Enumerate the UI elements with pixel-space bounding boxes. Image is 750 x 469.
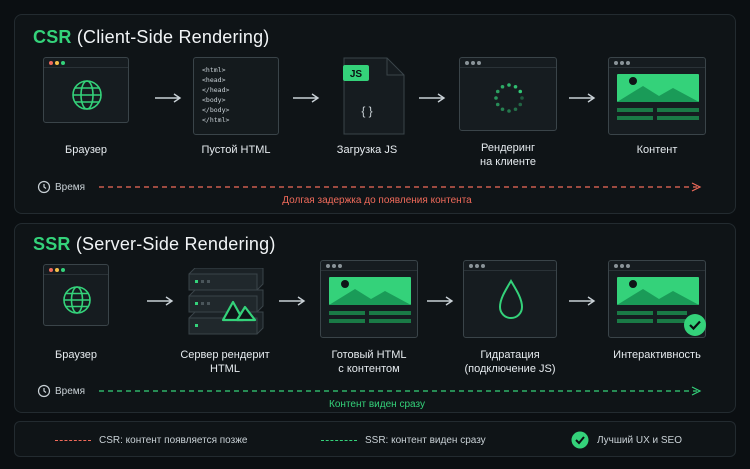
ssr-ready-html-window: [320, 260, 418, 338]
arrow-icon: [147, 296, 175, 306]
csr-step-caption: Контент: [636, 144, 678, 156]
globe-icon: [72, 80, 102, 110]
legend-ssr: SSR: контент виден сразу: [321, 422, 486, 458]
legend-best-label: Лучший UX и SEO: [597, 434, 683, 446]
spinner-dot: [513, 84, 518, 89]
image-content-icon: [617, 74, 699, 120]
js-badge-text: JS: [350, 69, 363, 80]
spinner-icon: [494, 83, 524, 113]
code-line: </body>: [202, 106, 229, 114]
spinner-dot: [507, 109, 511, 113]
csr-title-rest: (Client-Side Rendering): [76, 27, 270, 47]
ssr-time-label: Время: [55, 386, 86, 397]
ssr-panel: SSR (Server-Side Rendering) Браузер Серв…: [14, 223, 736, 413]
ssr-step-caption: Браузер: [55, 349, 97, 361]
arrow-icon: [569, 296, 597, 306]
legend-csr: CSR: контент появляется позже: [55, 422, 247, 458]
code-line: </head>: [202, 86, 229, 94]
ssr-step-caption: Гидратация (подключение JS): [464, 349, 556, 375]
csr-step-caption: Загрузка JS: [336, 144, 398, 156]
image-content-icon: [329, 277, 411, 323]
spinner-dot: [513, 107, 518, 112]
spinner-dot: [495, 89, 500, 94]
legend-csr-line: [55, 439, 91, 441]
legend: CSR: контент появляется позже SSR: конте…: [14, 421, 736, 457]
csr-render-window: [459, 57, 557, 131]
spinner-dot: [518, 89, 523, 94]
arrow-icon: [427, 296, 455, 306]
csr-time-label: Время: [55, 182, 86, 193]
check-icon: [684, 314, 706, 336]
csr-timeline-arrow: [99, 182, 702, 192]
ssr-note: Контент виден сразу: [329, 399, 425, 410]
spinner-dot: [500, 107, 505, 112]
ssr-step-caption: Сервер рендерит HTML: [180, 349, 270, 375]
legend-ssr-line: [321, 439, 357, 441]
csr-step-caption: Рендеринг на клиенте: [480, 142, 536, 168]
ssr-step-caption: Интерактивность: [613, 349, 701, 361]
legend-best: Лучший UX и SEO: [571, 422, 682, 458]
globe-icon: [63, 286, 91, 314]
csr-title-abbr: CSR: [33, 27, 72, 47]
code-line: </html>: [202, 116, 229, 124]
code-line: <html>: [202, 66, 226, 74]
spinner-dot: [500, 84, 505, 89]
spinner-dot: [495, 102, 500, 107]
ssr-title: SSR (Server-Side Rendering): [33, 234, 276, 255]
csr-title: CSR (Client-Side Rendering): [33, 27, 270, 48]
code-icon: <html> <head> </head> <body> </body> </ht…: [202, 66, 229, 124]
csr-step-caption: Пустой HTML: [201, 144, 271, 156]
spinner-dot: [518, 102, 523, 107]
arrow-icon: [279, 296, 307, 306]
ssr-hydration-window: [463, 260, 557, 338]
code-line: <head>: [202, 76, 226, 84]
spinner-dot: [520, 96, 524, 100]
arrow-icon: [155, 93, 183, 103]
ssr-timeline-arrow: [99, 386, 702, 396]
csr-empty-html-doc: <html> <head> </head> <body> </body> </ht…: [193, 57, 279, 135]
js-file-icon: JS { }: [343, 57, 405, 135]
server-icon: [185, 267, 265, 340]
legend-ssr-label: SSR: контент виден сразу: [365, 434, 486, 446]
csr-content-window: [608, 57, 706, 135]
ssr-browser-window: [43, 264, 109, 326]
ssr-interactive-window: [608, 260, 706, 338]
csr-panel: CSR (Client-Side Rendering) <html> <head…: [14, 14, 736, 214]
csr-note: Долгая задержка до появления контента: [282, 195, 472, 206]
csr-step-caption: Браузер: [65, 144, 107, 156]
csr-browser-window: [43, 57, 129, 123]
nuxt-logo-icon: [221, 300, 257, 322]
clock-icon: [37, 180, 51, 194]
check-icon: [571, 431, 589, 449]
code-line: <body>: [202, 96, 226, 104]
ssr-title-abbr: SSR: [33, 234, 71, 254]
arrow-icon: [569, 93, 597, 103]
ssr-step-caption: Готовый HTML с контентом: [331, 349, 407, 375]
ssr-title-rest: (Server-Side Rendering): [75, 234, 276, 254]
spinner-dot: [507, 83, 511, 87]
drop-icon: [498, 279, 524, 319]
spinner-dot: [494, 96, 498, 100]
legend-csr-label: CSR: контент появляется позже: [99, 434, 248, 446]
clock-icon: [37, 384, 51, 398]
arrow-icon: [419, 93, 447, 103]
arrow-icon: [293, 93, 321, 103]
js-braces: { }: [361, 104, 372, 118]
